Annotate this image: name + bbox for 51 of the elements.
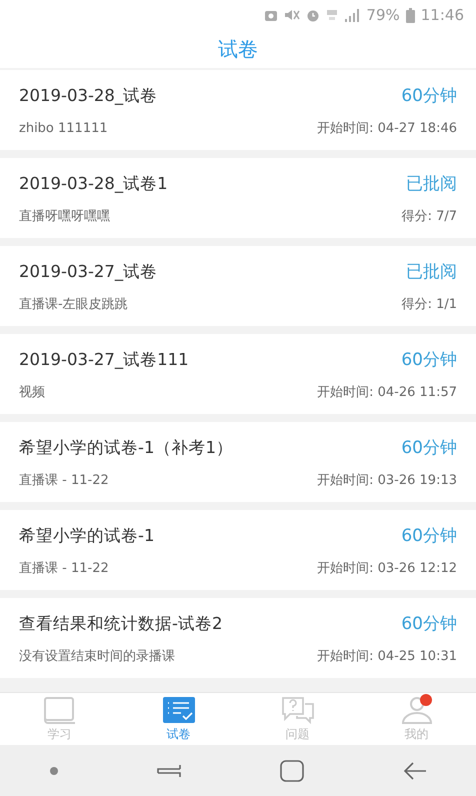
- exam-status: 60分钟: [401, 437, 457, 459]
- exam-card[interactable]: 查看结果和统计数据-试卷2 60分钟 没有设置结束时间的录播课 开始时间: 04-25 10:31: [0, 598, 476, 678]
- exam-status: 60分钟: [401, 349, 457, 371]
- alarm-icon: [306, 8, 320, 22]
- exam-info: 开始时间: 04-25 10:31: [317, 648, 457, 665]
- exam-title: 希望小学的试卷-1（补考1）: [19, 437, 233, 459]
- battery-percent: 79%: [366, 6, 400, 24]
- exam-status: 60分钟: [401, 525, 457, 547]
- exam-course: 直播课-左眼皮跳跳: [19, 296, 128, 313]
- checklist-icon: [162, 696, 196, 724]
- mute-icon: [284, 8, 300, 22]
- exam-status: 60分钟: [401, 613, 457, 635]
- exam-card[interactable]: 希望小学的试卷-1（补考1） 60分钟 直播课 - 11-22 开始时间: 03-26 19:13: [0, 422, 476, 502]
- book-icon: [42, 696, 76, 724]
- exam-status: 60分钟: [401, 85, 457, 107]
- signal-icon: [344, 8, 360, 22]
- exam-status: 已批阅: [406, 173, 457, 195]
- exam-info: 开始时间: 03-26 12:12: [317, 560, 457, 577]
- exam-title: 2019-03-28_试卷1: [19, 173, 168, 195]
- exam-card[interactable]: 2019-03-28_试卷 60分钟 zhibo 111111 开始时间: 04-27 18:46: [0, 70, 476, 150]
- clock: 11:46: [420, 6, 464, 24]
- exam-title: 2019-03-27_试卷: [19, 261, 158, 283]
- home-icon: [278, 760, 304, 782]
- exam-info: 开始时间: 04-26 11:57: [317, 384, 457, 401]
- exam-course: 直播呀嘿呀嘿嘿: [19, 208, 110, 225]
- exam-course: 视频: [19, 384, 45, 401]
- exam-status: 已批阅: [406, 261, 457, 283]
- exam-info: 开始时间: 03-26 19:13: [317, 472, 457, 489]
- exam-title: 查看结果和统计数据-试卷2: [19, 613, 222, 635]
- back-icon: [402, 760, 428, 780]
- exam-course: zhibo 111111: [19, 121, 108, 136]
- exam-card[interactable]: 2019-03-28_试卷1 已批阅 直播呀嘿呀嘿嘿 得分: 7/7: [0, 158, 476, 238]
- exam-info: 得分: 1/1: [402, 296, 457, 313]
- exam-title: 2019-03-27_试卷111: [19, 349, 189, 371]
- exam-course: 没有设置结束时间的录播课: [19, 648, 175, 665]
- exam-course: 直播课 - 11-22: [19, 560, 109, 577]
- exam-card[interactable]: 2019-03-27_试卷111 60分钟 视频 开始时间: 04-26 11:57: [0, 334, 476, 414]
- chat-question-icon: [280, 696, 314, 724]
- camera-icon: [264, 8, 278, 22]
- network-icon: [326, 8, 338, 22]
- exam-info: 得分: 7/7: [402, 208, 457, 225]
- battery-icon: [406, 8, 415, 22]
- person-icon: [400, 696, 434, 724]
- exam-info: 开始时间: 04-27 18:46: [317, 120, 457, 137]
- exam-card[interactable]: 2019-03-27_试卷 已批阅 直播课-左眼皮跳跳 得分: 1/1: [0, 246, 476, 326]
- exam-title: 2019-03-28_试卷: [19, 85, 158, 107]
- page-title: 试卷: [218, 36, 258, 62]
- dot-icon: [48, 766, 58, 776]
- exam-card[interactable]: 希望小学的试卷-1 60分钟 直播课 - 11-22 开始时间: 03-26 12:12: [0, 510, 476, 590]
- exam-title: 希望小学的试卷-1: [19, 525, 154, 547]
- exam-course: 直播课 - 11-22: [19, 472, 109, 489]
